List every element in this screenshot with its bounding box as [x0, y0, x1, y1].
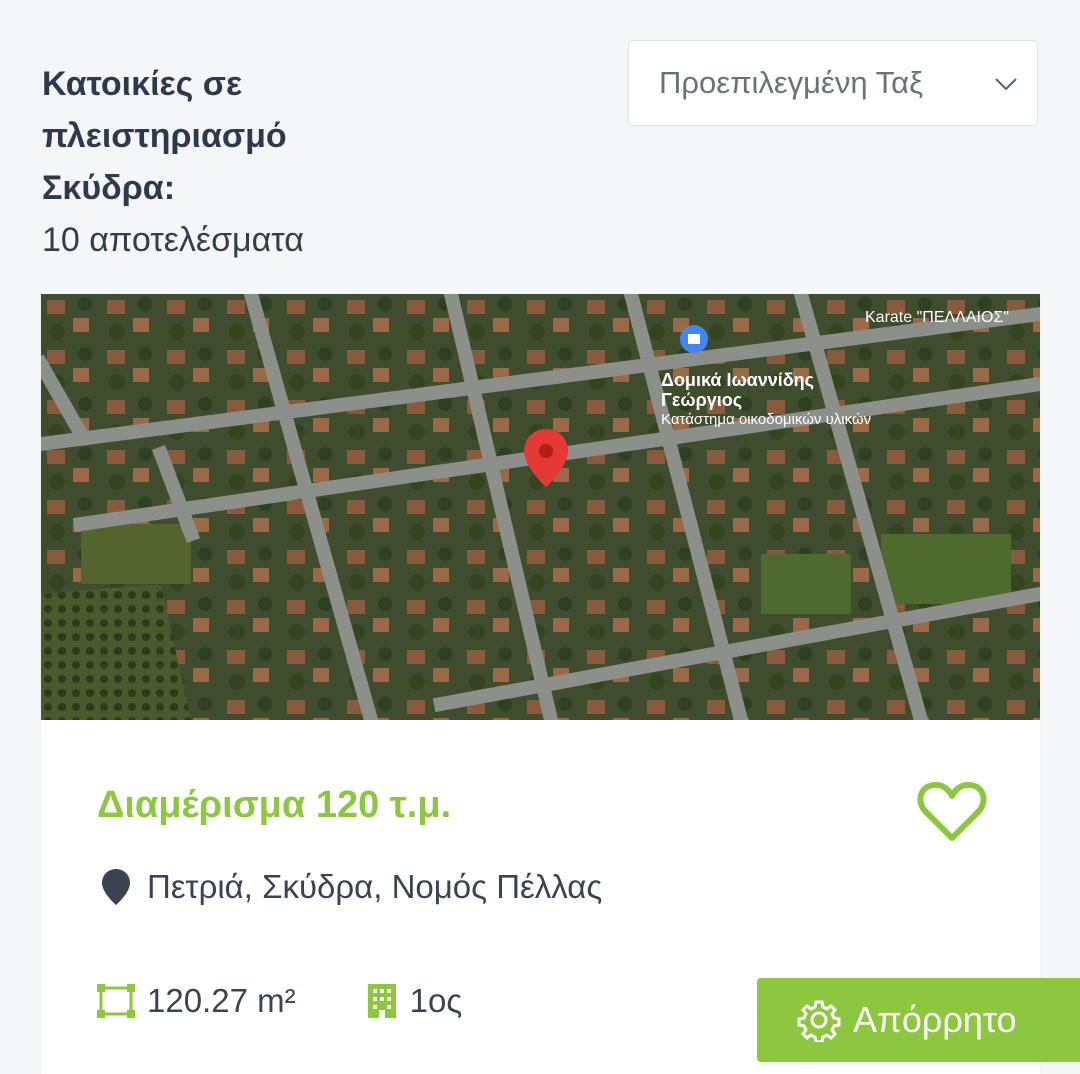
- results-header: Κατοικίες σε πλειστηριασμό Σκύδρα: 10 απ…: [42, 58, 582, 264]
- building-icon: [367, 984, 396, 1018]
- area-value: 120.27 m²: [147, 982, 296, 1019]
- gear-icon: [797, 1000, 841, 1042]
- page-title: Κατοικίες σε πλειστηριασμό Σκύδρα:: [42, 65, 287, 207]
- result-count: 10 αποτελέσματα: [42, 221, 304, 259]
- heart-icon[interactable]: [916, 780, 988, 844]
- map-label-store-line1: Δομικά Ιωαννίδης: [661, 370, 814, 390]
- location-text: Πετριά, Σκύδρα, Νομός Πέλλας: [147, 868, 603, 905]
- map-marker-icon: [102, 869, 130, 905]
- area-stat: 120.27 m²: [97, 982, 296, 1020]
- listing-stats: 120.27 m² 1ος: [97, 976, 532, 1026]
- shop-pin-icon: [680, 325, 708, 353]
- map-label-store-category: Κατάστημα οικοδομικών υλικών: [661, 411, 871, 428]
- listing-card[interactable]: Karate "ΠΕΛΛΑΙΟΣ" Δομικά Ιωαννίδης Γεώργ…: [41, 294, 1040, 1074]
- chevron-down-icon: [995, 78, 1017, 91]
- listing-title[interactable]: Διαμέρισμα 120 τ.μ.: [97, 784, 451, 827]
- area-icon: [97, 984, 135, 1018]
- privacy-button[interactable]: Απόρρητο: [757, 978, 1080, 1062]
- floor-value: 1ος: [409, 982, 463, 1019]
- sort-dropdown[interactable]: Προεπιλεγμένη Ταξ: [628, 40, 1038, 126]
- map-label-karate: Karate "ΠΕΛΛΑΙΟΣ": [865, 309, 1009, 326]
- sort-selected-value: Προεπιλεγμένη Ταξ: [659, 65, 923, 100]
- privacy-button-label: Απόρρητο: [853, 999, 1017, 1040]
- listing-location: Πετριά, Σκύδρα, Νομός Πέλλας: [101, 862, 602, 912]
- satellite-map-image[interactable]: Karate "ΠΕΛΛΑΙΟΣ" Δομικά Ιωαννίδης Γεώργ…: [41, 294, 1040, 720]
- floor-stat: 1ος: [366, 982, 463, 1020]
- map-label-store-line2: Γεώργιος: [661, 390, 742, 410]
